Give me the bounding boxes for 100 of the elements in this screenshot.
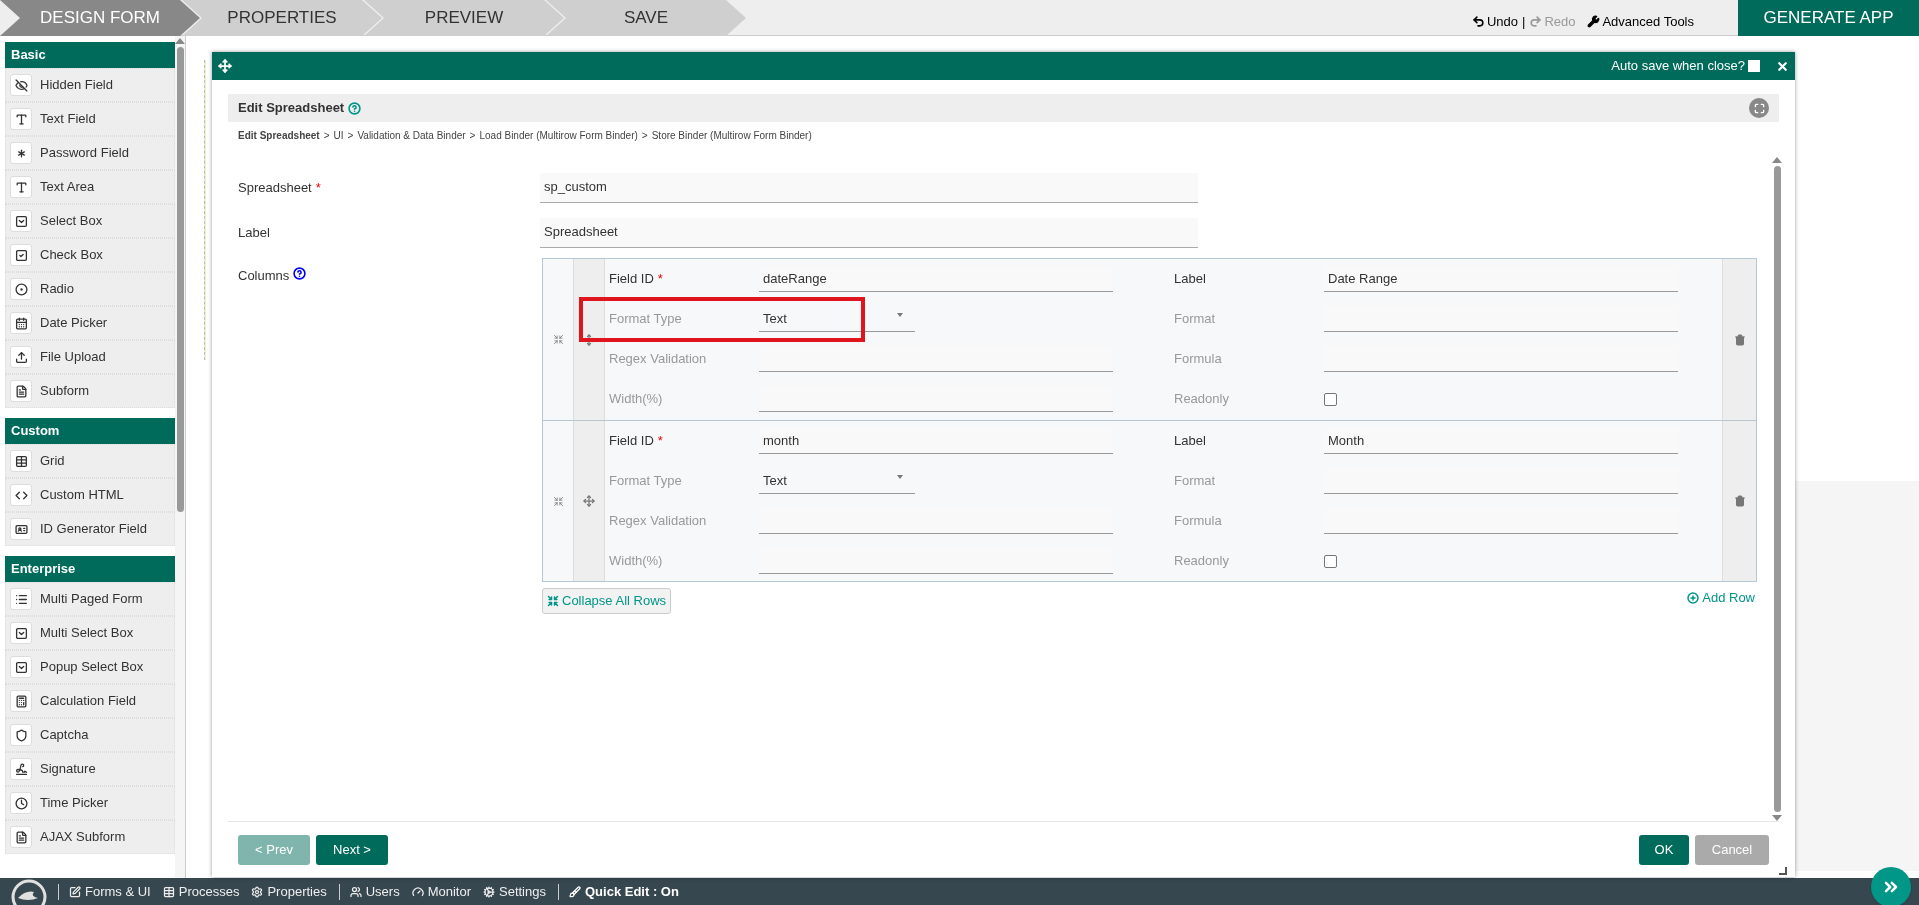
breadcrumb-link[interactable]: Store Binder (Multirow Form Binder) xyxy=(651,128,812,143)
field-label: Label xyxy=(1174,270,1207,289)
palette-item[interactable]: Signature xyxy=(5,752,175,786)
close-icon[interactable] xyxy=(1776,59,1789,73)
taskbar-item[interactable]: Processes xyxy=(162,881,240,902)
collapse-icon[interactable] xyxy=(552,334,564,345)
taskbar-item[interactable]: Users xyxy=(349,881,400,902)
logo-icon[interactable] xyxy=(10,878,48,905)
palette-item[interactable]: AJAX Subform xyxy=(5,820,175,854)
resize-handle-icon[interactable] xyxy=(1779,867,1787,875)
text-field[interactable]: sp_custom xyxy=(540,172,1198,203)
calculator-icon xyxy=(10,690,32,712)
readonly-checkbox[interactable] xyxy=(1324,392,1337,406)
palette-item[interactable]: Grid xyxy=(5,444,175,478)
trash-icon[interactable] xyxy=(1733,495,1746,507)
palette-item[interactable]: Custom HTML xyxy=(5,478,175,512)
palette-item[interactable]: ID Generator Field xyxy=(5,512,175,546)
palette-item[interactable]: Multi Select Box xyxy=(5,616,175,650)
form-label: Label xyxy=(238,223,271,242)
edit-icon xyxy=(69,885,81,898)
ok-button[interactable]: OK xyxy=(1639,834,1689,865)
wizard-step[interactable]: PROPERTIES xyxy=(182,0,382,36)
field-label: Width(%) xyxy=(609,390,664,409)
breadcrumb-link[interactable]: Edit Spreadsheet xyxy=(238,128,320,143)
palette-item[interactable]: Time Picker xyxy=(5,786,175,820)
dropdown-icon xyxy=(10,656,32,678)
format-select[interactable]: Text xyxy=(759,306,915,332)
palette-item[interactable]: Date Picker xyxy=(5,306,175,340)
eye-slash-icon xyxy=(10,74,32,96)
breadcrumb-separator: > xyxy=(641,129,648,143)
palette-item[interactable]: Text Field xyxy=(5,102,175,136)
palette-item[interactable]: Calculation Field xyxy=(5,684,175,718)
wizard-step[interactable]: PREVIEW xyxy=(364,0,564,36)
add-row-link[interactable]: Add Row xyxy=(1687,588,1755,608)
palette-item[interactable]: Captcha xyxy=(5,718,175,752)
gear-icon xyxy=(251,885,264,898)
palette-section-header: Enterprise xyxy=(5,556,175,582)
auto-save-checkbox[interactable] xyxy=(1748,60,1760,72)
breadcrumb-link[interactable]: Load Binder (Multirow Form Binder) xyxy=(479,128,638,143)
palette-item[interactable]: Check Box xyxy=(5,238,175,272)
redo-icon xyxy=(1529,14,1543,28)
collapse-icon[interactable] xyxy=(552,495,564,507)
palette-item[interactable]: Multi Paged Form xyxy=(5,582,175,616)
help-icon[interactable] xyxy=(293,267,307,280)
readonly-checkbox[interactable] xyxy=(1324,554,1337,568)
palette-item[interactable]: Hidden Field xyxy=(5,68,175,102)
field-label: Field ID * xyxy=(609,432,664,451)
breadcrumb-link[interactable]: UI xyxy=(333,128,344,143)
palette-item[interactable]: Subform xyxy=(5,374,175,408)
clock-icon xyxy=(10,792,32,814)
breadcrumb-link[interactable]: Validation & Data Binder xyxy=(357,128,466,143)
dropdown-icon xyxy=(10,622,32,644)
format-select[interactable]: Text xyxy=(759,468,915,494)
move-icon[interactable] xyxy=(583,495,595,507)
wizard-step[interactable]: SAVE xyxy=(546,0,746,36)
taskbar-item[interactable]: Settings xyxy=(483,881,546,902)
fullscreen-icon[interactable] xyxy=(1749,98,1769,118)
collapse-icon xyxy=(547,595,559,607)
gears-icon xyxy=(483,885,495,898)
users-icon xyxy=(349,885,362,898)
palette-item[interactable]: Radio xyxy=(5,272,175,306)
field-label: Formula xyxy=(1174,512,1223,531)
breadcrumb-separator: > xyxy=(347,129,354,143)
form-label: Spreadsheet * xyxy=(238,178,322,197)
palette-item[interactable]: Select Box xyxy=(5,204,175,238)
palette-item[interactable]: Popup Select Box xyxy=(5,650,175,684)
undo-button[interactable]: Undo xyxy=(1471,11,1518,31)
form-label: Columns xyxy=(238,267,290,285)
text-field[interactable]: Spreadsheet xyxy=(540,217,1198,248)
dropdown-icon xyxy=(10,210,32,232)
palette-item[interactable]: Password Field xyxy=(5,136,175,170)
caret-icon xyxy=(897,312,903,317)
checkbox-icon xyxy=(10,244,32,266)
taskbar-item[interactable]: Monitor xyxy=(411,881,471,902)
palette-item[interactable]: File Upload xyxy=(5,340,175,374)
field-label: Readonly xyxy=(1174,390,1230,409)
advanced-tools-button[interactable]: Advanced Tools xyxy=(1587,11,1694,31)
field-label: Format xyxy=(1174,310,1217,329)
next-button[interactable]: Next > xyxy=(316,834,388,865)
undo-icon xyxy=(1471,14,1485,28)
gauge-icon xyxy=(411,885,424,898)
taskbar-item[interactable]: Forms & UI xyxy=(69,881,151,902)
drag-icon[interactable] xyxy=(218,59,232,73)
taskbar-item[interactable]: Properties xyxy=(251,881,327,902)
palette-item[interactable]: Text Area xyxy=(5,170,175,204)
trash-icon[interactable] xyxy=(1733,333,1746,346)
document-icon xyxy=(10,826,32,848)
field-label: Regex Validation xyxy=(609,512,708,531)
generate-app-button[interactable]: GENERATE APP xyxy=(1738,0,1919,36)
quick-edit-toggle[interactable]: Quick Edit : On xyxy=(569,881,679,902)
wizard-step[interactable]: DESIGN FORM xyxy=(0,0,200,36)
field-label: Format Type xyxy=(609,310,683,329)
id-card-icon xyxy=(10,518,32,540)
field-label: Width(%) xyxy=(609,552,664,571)
caret-icon xyxy=(897,474,903,479)
palette-section-header: Basic xyxy=(5,42,175,68)
wrench-icon xyxy=(1587,14,1601,28)
table-icon xyxy=(10,450,32,472)
brush-icon xyxy=(569,885,581,898)
field-label: Regex Validation xyxy=(609,350,708,369)
